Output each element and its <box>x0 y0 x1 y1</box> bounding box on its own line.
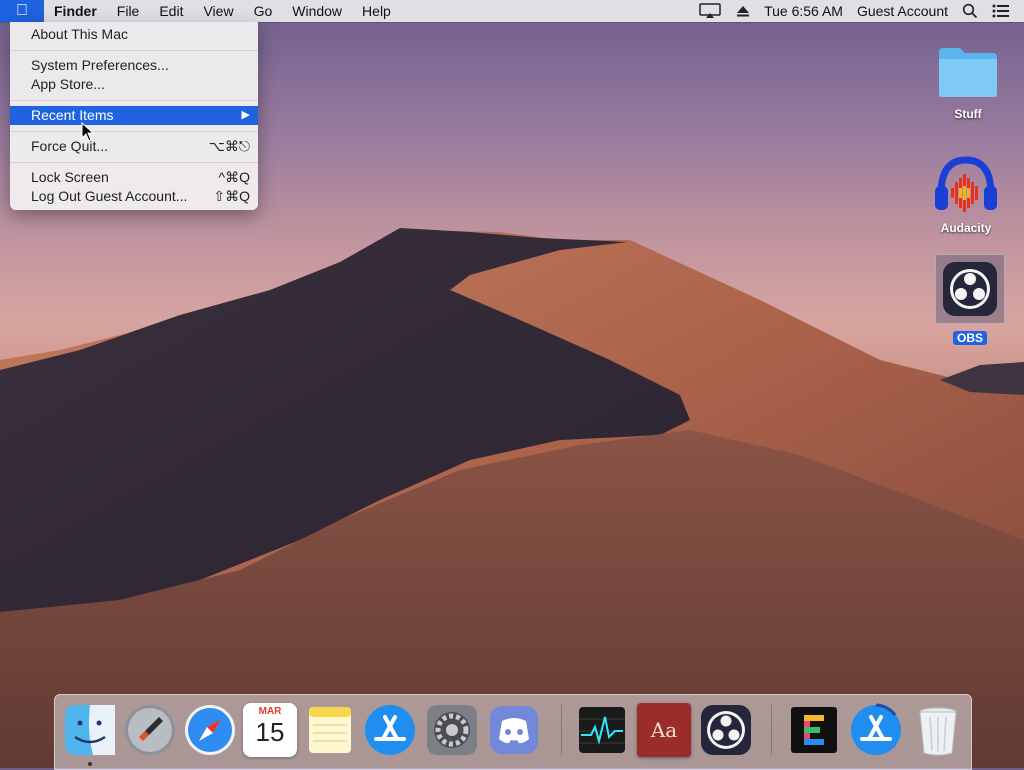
menu-edit[interactable]: Edit <box>149 0 193 22</box>
mouse-cursor-icon <box>81 122 95 142</box>
submenu-arrow-icon: ▶ <box>241 109 250 121</box>
dock-separator <box>771 705 772 755</box>
audacity-icon <box>935 156 997 212</box>
epic-icon[interactable] <box>787 703 841 757</box>
menu-item-force-quit[interactable]: Force Quit... ⌥⌘⎋ <box>10 137 258 156</box>
menu-item-system-preferences[interactable]: System Preferences... <box>10 56 258 75</box>
menu-go[interactable]: Go <box>244 0 283 22</box>
desktop-icon-label: Stuff <box>954 107 982 121</box>
shortcut-lock-screen: ^⌘Q <box>218 169 250 185</box>
airplay-display-icon[interactable] <box>698 3 722 19</box>
activity-monitor-icon[interactable] <box>575 703 629 757</box>
menu-file[interactable]: File <box>107 0 150 22</box>
dock-separator <box>561 705 562 755</box>
desktop-icon-label: Audacity <box>940 221 992 235</box>
running-indicator <box>88 762 92 766</box>
menu-separator <box>10 100 258 101</box>
menu-item-recent-items[interactable]: Recent Items ▶ <box>10 106 258 125</box>
menu-item-about-this-mac[interactable]: About This Mac <box>10 25 258 44</box>
menu-separator <box>10 131 258 132</box>
desktop-icon-audacity[interactable]: Audacity <box>926 154 1006 237</box>
app-store-download-icon[interactable] <box>849 703 903 757</box>
desktop-icon-obs[interactable]: OBS <box>930 254 1010 347</box>
menu-bar:  Finder File Edit View Go Window Help T… <box>0 0 1024 22</box>
obs-dock-icon[interactable] <box>699 703 753 757</box>
system-preferences-icon[interactable] <box>425 703 479 757</box>
finder-icon[interactable] <box>63 703 117 757</box>
shortcut-force-quit: ⌥⌘⎋ <box>208 138 250 154</box>
menu-window[interactable]: Window <box>282 0 352 22</box>
dictionary-icon[interactable]: Aa <box>637 703 691 757</box>
calendar-icon[interactable]: MAR 15 <box>243 703 297 757</box>
spotlight-search-icon[interactable] <box>962 3 978 19</box>
calendar-day: 15 <box>255 717 285 747</box>
dock: MAR 15 Aa <box>54 694 972 770</box>
obs-icon <box>943 262 997 316</box>
desktop-icon-label: OBS <box>952 331 987 345</box>
selection-highlight <box>935 254 1005 324</box>
eject-icon[interactable] <box>736 4 750 18</box>
app-store-icon[interactable] <box>363 703 417 757</box>
menu-finder[interactable]: Finder <box>44 0 107 22</box>
user-account[interactable]: Guest Account <box>857 0 948 22</box>
clock[interactable]: Tue 6:56 AM <box>764 0 843 22</box>
status-area: Tue 6:56 AM Guest Account <box>698 0 1024 22</box>
menu-item-lock-screen[interactable]: Lock Screen ^⌘Q <box>10 168 258 187</box>
shortcut-log-out: ⇧⌘Q <box>213 188 250 204</box>
trash-icon[interactable] <box>911 703 965 757</box>
menu-item-app-store[interactable]: App Store... <box>10 75 258 94</box>
apple-menu-dropdown: About This Mac System Preferences... App… <box>10 22 258 210</box>
safari-icon[interactable] <box>183 703 237 757</box>
menu-separator <box>10 50 258 51</box>
folder-icon <box>939 48 997 97</box>
calendar-month: MAR <box>243 703 297 717</box>
menu-item-log-out[interactable]: Log Out Guest Account... ⇧⌘Q <box>10 187 258 206</box>
launchpad-icon[interactable] <box>123 703 177 757</box>
menu-help[interactable]: Help <box>352 0 401 22</box>
discord-icon[interactable] <box>487 703 541 757</box>
menu-separator <box>10 162 258 163</box>
notes-icon[interactable] <box>303 703 357 757</box>
apple-menu-icon[interactable]:  <box>0 0 44 22</box>
menu-view[interactable]: View <box>193 0 243 22</box>
desktop-icon-stuff[interactable]: Stuff <box>928 44 1008 123</box>
notification-center-icon[interactable] <box>992 4 1010 18</box>
